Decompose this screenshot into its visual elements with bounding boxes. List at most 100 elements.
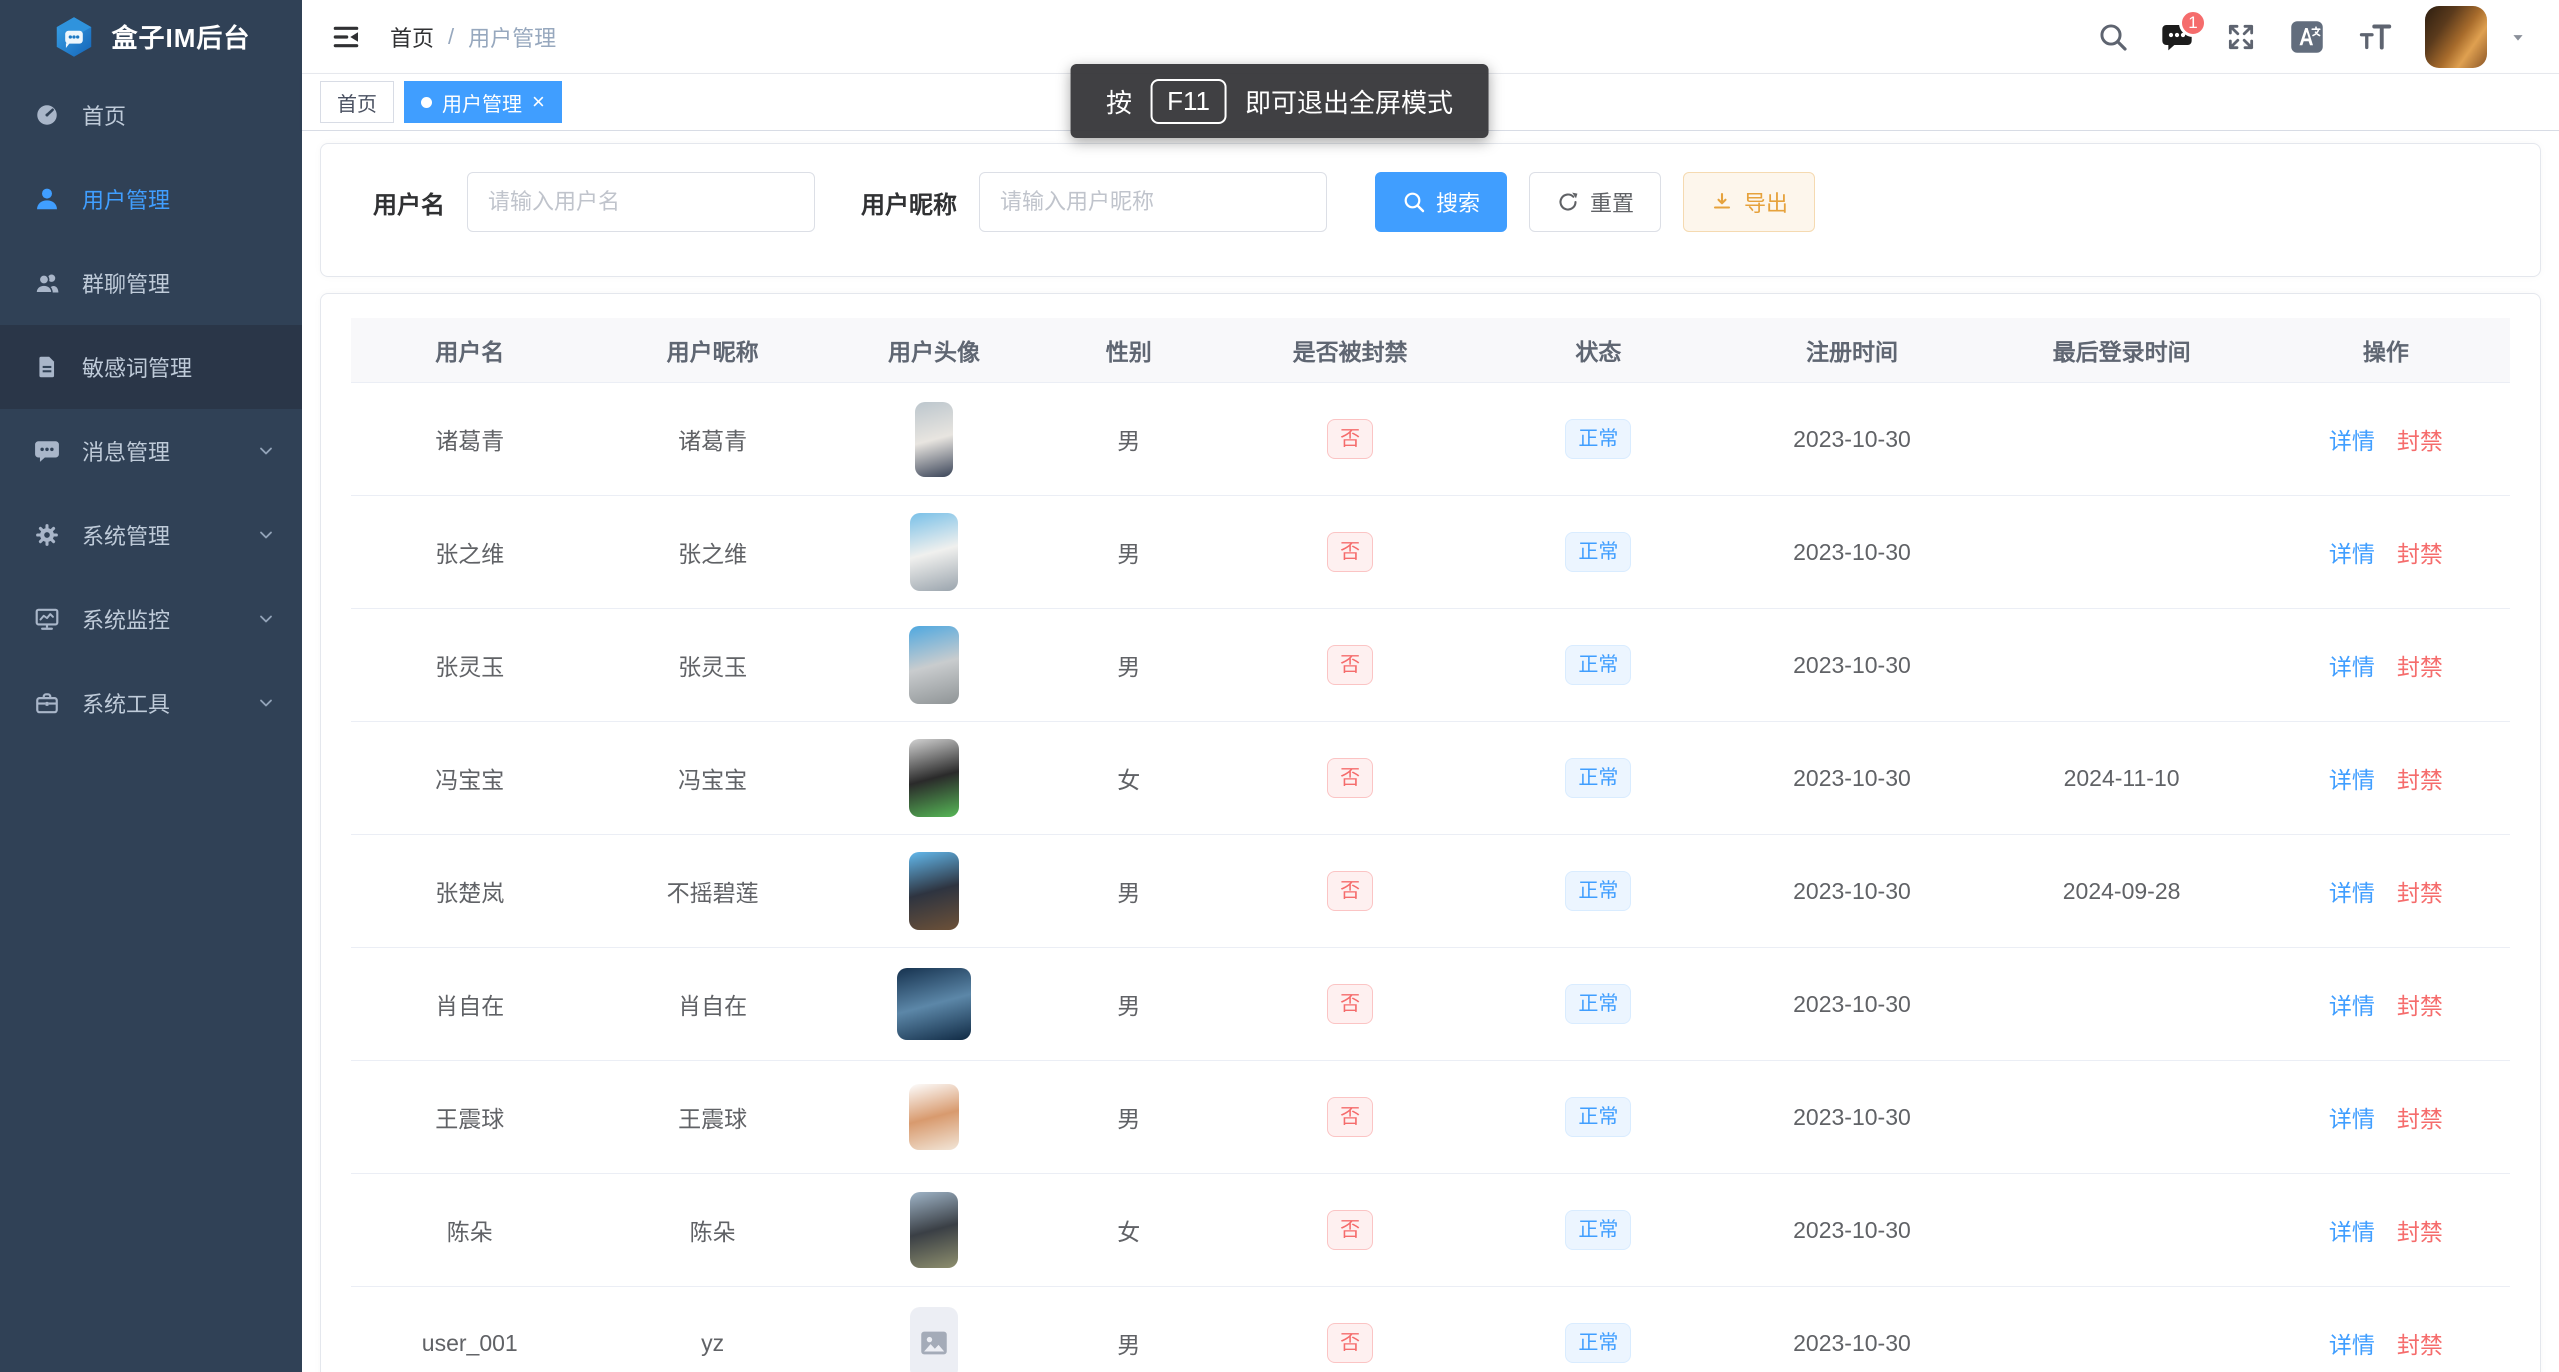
- app-logo-icon: [52, 15, 96, 59]
- user-avatar[interactable]: [909, 1084, 959, 1150]
- cell-nickname: 冯宝宝: [678, 767, 747, 793]
- detail-link[interactable]: 详情: [2329, 1219, 2375, 1245]
- user-avatar[interactable]: [909, 626, 959, 704]
- cell-nickname: 张灵玉: [678, 654, 747, 680]
- ban-link[interactable]: 封禁: [2397, 767, 2443, 793]
- avatar[interactable]: [2425, 6, 2487, 68]
- sidebar-item-label: 敏感词管理: [82, 351, 276, 383]
- search-form-card: 用户名 用户昵称 搜索 重置 导出: [320, 143, 2541, 277]
- main-area: 首页 / 用户管理 1 首页 ×: [302, 0, 2559, 1372]
- sidebar-item-user-management[interactable]: 用户管理: [0, 157, 302, 241]
- ban-link[interactable]: 封禁: [2397, 541, 2443, 567]
- sidebar-item-system-monitor[interactable]: 系统监控: [0, 577, 302, 661]
- cell-nickname: 王震球: [678, 1106, 747, 1132]
- cell-register-time: 2023-10-30: [1793, 1217, 1911, 1243]
- table-column-header: 操作: [2262, 318, 2510, 383]
- detail-link[interactable]: 详情: [2329, 1106, 2375, 1132]
- user-avatar[interactable]: [910, 1192, 958, 1268]
- status-badge: 正常: [1565, 1323, 1631, 1363]
- tag-user-management[interactable]: 用户管理 ×: [404, 81, 562, 123]
- detail-link[interactable]: 详情: [2329, 993, 2375, 1019]
- table-row: user_001 yz 男 否 正常 2023-10-30 详情封禁: [351, 1287, 2510, 1372]
- table-column-header: 注册时间: [1723, 318, 1982, 383]
- ban-link[interactable]: 封禁: [2397, 1219, 2443, 1245]
- reset-button[interactable]: 重置: [1529, 172, 1661, 232]
- sidebar-item-label: 首页: [82, 99, 276, 131]
- messages-button[interactable]: 1: [2161, 21, 2193, 53]
- ban-link[interactable]: 封禁: [2397, 880, 2443, 906]
- app-logo[interactable]: 盒子IM后台: [0, 0, 302, 73]
- table-column-header: 性别: [1031, 318, 1226, 383]
- detail-link[interactable]: 详情: [2329, 767, 2375, 793]
- cell-register-time: 2023-10-30: [1793, 1330, 1911, 1356]
- ban-link[interactable]: 封禁: [2397, 1332, 2443, 1358]
- detail-link[interactable]: 详情: [2329, 541, 2375, 567]
- user-avatar[interactable]: [897, 968, 971, 1040]
- cell-register-time: 2023-10-30: [1793, 991, 1911, 1017]
- detail-link[interactable]: 详情: [2329, 428, 2375, 454]
- sidebar-item-label: 消息管理: [82, 435, 234, 467]
- gear-icon: [34, 522, 60, 548]
- detail-link[interactable]: 详情: [2329, 1332, 2375, 1358]
- status-badge: 正常: [1565, 984, 1631, 1024]
- cell-gender: 男: [1117, 1332, 1140, 1358]
- f11-keycap: F11: [1150, 79, 1227, 124]
- fullscreen-icon[interactable]: [2225, 21, 2257, 53]
- sidebar-item-group-management[interactable]: 群聊管理: [0, 241, 302, 325]
- user-avatar[interactable]: [909, 852, 959, 930]
- cell-nickname: 肖自在: [678, 993, 747, 1019]
- ban-link[interactable]: 封禁: [2397, 428, 2443, 454]
- username-input[interactable]: [467, 172, 815, 232]
- close-icon[interactable]: ×: [532, 91, 545, 113]
- cell-gender: 男: [1117, 541, 1140, 567]
- search-icon[interactable]: [2097, 21, 2129, 53]
- user-avatar[interactable]: [910, 513, 958, 591]
- sidebar-item-system-tools[interactable]: 系统工具: [0, 661, 302, 745]
- banned-badge: 否: [1327, 419, 1373, 459]
- ban-link[interactable]: 封禁: [2397, 993, 2443, 1019]
- sidebar-item-system-management[interactable]: 系统管理: [0, 493, 302, 577]
- chevron-down-icon[interactable]: [2507, 26, 2529, 48]
- tag-home[interactable]: 首页 ×: [320, 81, 394, 123]
- cell-nickname: 不摇碧莲: [667, 880, 759, 906]
- detail-link[interactable]: 详情: [2329, 880, 2375, 906]
- nickname-input[interactable]: [979, 172, 1327, 232]
- sidebar-item-home[interactable]: 首页: [0, 73, 302, 157]
- content: 用户名 用户昵称 搜索 重置 导出: [302, 131, 2559, 1372]
- chevron-down-icon: [256, 525, 276, 545]
- user-avatar[interactable]: [915, 402, 953, 477]
- cell-gender: 男: [1117, 654, 1140, 680]
- username-label: 用户名: [373, 185, 445, 220]
- cell-nickname: 诸葛青: [678, 428, 747, 454]
- table-column-header: 用户昵称: [589, 318, 837, 383]
- table-row: 王震球 王震球 男 否 正常 2023-10-30 详情封禁: [351, 1061, 2510, 1174]
- font-size-icon[interactable]: [2357, 19, 2393, 55]
- toast-prefix: 按: [1106, 83, 1132, 120]
- export-button[interactable]: 导出: [1683, 172, 1815, 232]
- cell-username: 张灵玉: [435, 654, 504, 680]
- ban-link[interactable]: 封禁: [2397, 654, 2443, 680]
- toolbox-icon: [34, 690, 60, 716]
- status-badge: 正常: [1565, 1210, 1631, 1250]
- ban-link[interactable]: 封禁: [2397, 1106, 2443, 1132]
- detail-link[interactable]: 详情: [2329, 654, 2375, 680]
- user-icon: [34, 186, 60, 212]
- user-avatar[interactable]: [909, 739, 959, 817]
- cell-register-time: 2023-10-30: [1793, 878, 1911, 904]
- sidebar-item-message-management[interactable]: 消息管理: [0, 409, 302, 493]
- table-header-row: 用户名 用户昵称 用户头像 性别 是否被封禁 状态 注册时间 最后登录时间 操作: [351, 318, 2510, 383]
- table-row: 张之维 张之维 男 否 正常 2023-10-30 详情封禁: [351, 496, 2510, 609]
- cell-username: user_001: [422, 1330, 518, 1356]
- cell-gender: 女: [1117, 1219, 1140, 1245]
- banned-badge: 否: [1327, 1210, 1373, 1250]
- search-button[interactable]: 搜索: [1375, 172, 1507, 232]
- user-avatar[interactable]: [910, 1307, 958, 1372]
- language-icon[interactable]: [2289, 19, 2325, 55]
- table-row: 诸葛青 诸葛青 男 否 正常 2023-10-30 详情封禁: [351, 383, 2510, 496]
- sidebar-item-sensitive-words[interactable]: 敏感词管理: [0, 325, 302, 409]
- sidebar-collapse-button[interactable]: [330, 21, 362, 53]
- active-dot: [421, 97, 432, 108]
- table-column-header: 用户头像: [837, 318, 1032, 383]
- table-body: 诸葛青 诸葛青 男 否 正常 2023-10-30 详情封禁 张之维 张之维 男…: [351, 383, 2510, 1372]
- breadcrumb-home[interactable]: 首页: [390, 21, 434, 53]
